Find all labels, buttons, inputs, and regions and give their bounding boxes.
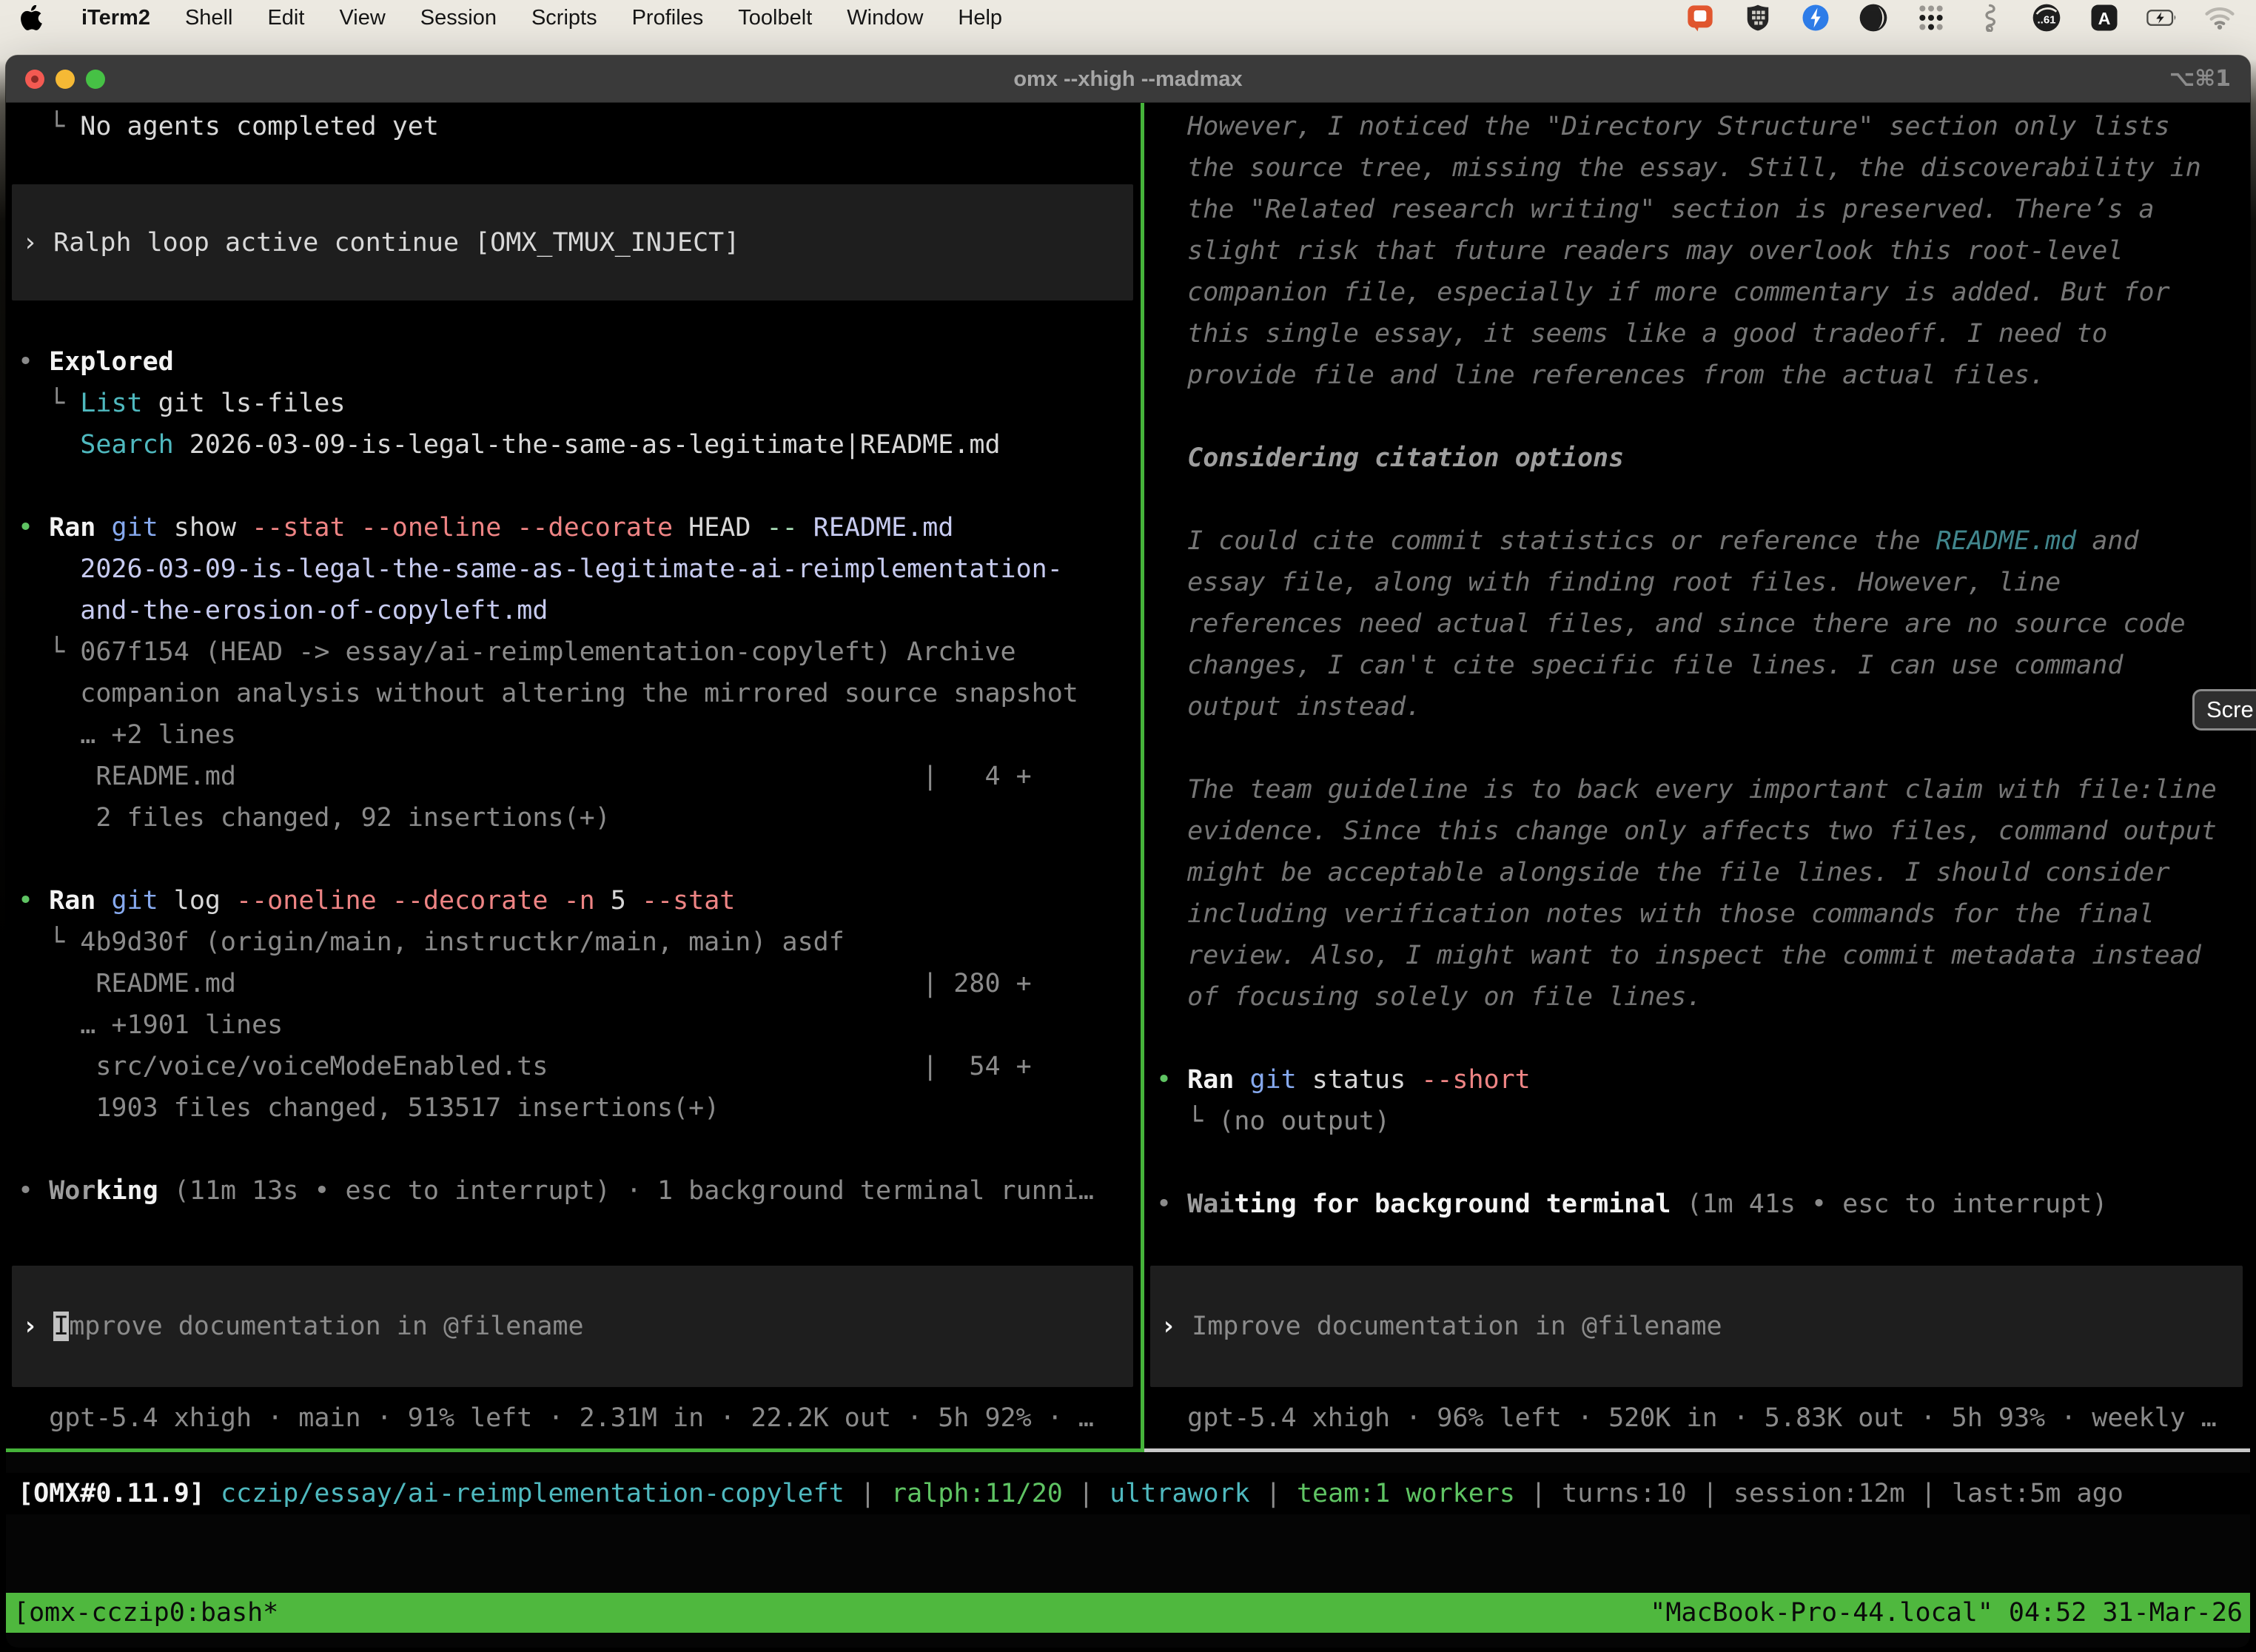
menu-item-toolbelt[interactable]: Toolbelt <box>738 6 812 30</box>
prompt-text: › Improve documentation in @filename <box>1161 1306 1722 1347</box>
omx-status-line: [OMX#0.11.9] cczip/essay/ai-reimplementa… <box>6 1473 2250 1514</box>
input-source-icon[interactable]: A <box>2089 2 2120 33</box>
terminal-line: including verification notes with those … <box>1156 893 2250 935</box>
terminal-blank-line <box>1156 1142 2250 1183</box>
terminal-line: companion analysis without altering the … <box>18 673 1141 714</box>
menu-item-window[interactable]: Window <box>847 6 923 30</box>
terminal-line: • Working (11m 13s • esc to interrupt) ·… <box>18 1170 1141 1212</box>
terminal-line: └ List git ls-files <box>18 383 1141 424</box>
right-terminal-pane[interactable]: However, I noticed the "Directory Struct… <box>1144 103 2250 1448</box>
macos-menu-bar: iTerm2 Shell Edit View Session Scripts Profil… <box>0 0 2256 36</box>
battery-charging-icon[interactable] <box>2146 2 2178 33</box>
screen-share-tooltip-label: Scre <box>2206 696 2254 723</box>
battery-percent-label: ..61 <box>2037 14 2055 27</box>
terminal-blank-line <box>1156 1018 2250 1059</box>
terminal-line: provide file and line references from th… <box>1156 355 2250 396</box>
menu-app-name[interactable]: iTerm2 <box>81 6 150 30</box>
menu-status-icons: ..61 A <box>1685 2 2235 33</box>
prompt-text: › Ralph loop active continue [OMX_TMUX_I… <box>22 222 739 263</box>
terminal-line: changes, I can't cite specific file line… <box>1156 645 2250 686</box>
menu-item-shell[interactable]: Shell <box>185 6 233 30</box>
terminal-line: might be acceptable alongside the file l… <box>1156 852 2250 893</box>
terminal-blank-line <box>1156 728 2250 769</box>
screen-share-tooltip: Scre <box>2192 689 2256 731</box>
terminal-line: evidence. Since this change only affects… <box>1156 810 2250 852</box>
pane-bottom-border-inactive <box>1144 1448 2250 1452</box>
composer-input-left[interactable]: › Improve documentation in @filename <box>12 1266 1133 1387</box>
prompt-text: › Improve documentation in @filename <box>22 1306 584 1347</box>
terminal-line: • Ran git status --short <box>1156 1059 2250 1101</box>
terminal-line: └ 4b9d30f (origin/main, instructkr/main,… <box>18 921 1141 963</box>
terminal-line: • Explored <box>18 341 1141 383</box>
terminal-blank-line <box>18 1129 1141 1170</box>
terminal-line: … +1901 lines <box>18 1004 1141 1046</box>
blue-activity-icon[interactable] <box>1800 2 1831 33</box>
window-titlebar[interactable]: omx --xhigh --madmax ⌥⌘1 <box>6 56 2250 103</box>
terminal-line: review. Also, I might want to inspect th… <box>1156 935 2250 976</box>
dark-crescent-icon[interactable] <box>1858 2 1889 33</box>
terminal-line: slight risk that future readers may over… <box>1156 230 2250 272</box>
terminal-line: • Ran git show --stat --oneline --decora… <box>18 507 1141 548</box>
tmux-status-bar: [omx-cczip0:bash* "MacBook-Pro-44.local"… <box>6 1593 2250 1633</box>
chat-icon[interactable] <box>1685 2 1716 33</box>
menu-item-view[interactable]: View <box>339 6 385 30</box>
terminal-line: • Waiting for background terminal (1m 41… <box>1156 1183 2250 1225</box>
terminal-blank-line <box>1156 479 2250 520</box>
terminal-line: … +2 lines <box>18 714 1141 756</box>
terminal-line: Search 2026-03-09-is-legal-the-same-as-l… <box>18 424 1141 466</box>
pane-bottom-border-active <box>6 1448 1144 1452</box>
terminal-line: └ (no output) <box>1156 1101 2250 1142</box>
terminal-line: companion file, especially if more comme… <box>1156 272 2250 313</box>
terminal-line: └ No agents completed yet <box>18 106 1141 147</box>
input-source-label: A <box>2098 9 2111 28</box>
terminal-line: the source tree, missing the essay. Stil… <box>1156 147 2250 189</box>
pane-bottom-border <box>6 1448 2250 1452</box>
menu-item-scripts[interactable]: Scripts <box>531 6 597 30</box>
menu-items: iTerm2 Shell Edit View Session Scripts Profil… <box>81 6 1002 30</box>
left-terminal-pane[interactable]: └ No agents completed yet › Ralph loop ac… <box>6 103 1141 1448</box>
terminal-line: essay file, along with finding root file… <box>1156 562 2250 603</box>
terminal-blank-line <box>1156 396 2250 437</box>
terminal-line: 2 files changed, 92 insertions(+) <box>18 797 1141 839</box>
menu-item-session[interactable]: Session <box>420 6 497 30</box>
terminal-line: src/voice/voiceModeEnabled.ts | 54 + <box>18 1046 1141 1087</box>
terminal-line: I could cite commit statistics or refere… <box>1156 520 2250 562</box>
terminal-line: gpt-5.4 xhigh · main · 91% left · 2.31M … <box>18 1397 1141 1439</box>
terminal-line: README.md | 280 + <box>18 963 1141 1004</box>
shield-grid-icon[interactable] <box>1742 2 1773 33</box>
terminal-line: gpt-5.4 xhigh · 96% left · 520K in · 5.8… <box>1156 1397 2250 1439</box>
menu-item-help[interactable]: Help <box>958 6 1002 30</box>
wifi-icon[interactable] <box>2204 2 2235 33</box>
apple-menu-icon[interactable] <box>21 4 47 31</box>
menu-item-edit[interactable]: Edit <box>267 6 304 30</box>
ralph-loop-input[interactable]: › Ralph loop active continue [OMX_TMUX_I… <box>12 184 1133 300</box>
composer-input-right[interactable]: › Improve documentation in @filename <box>1150 1266 2243 1387</box>
terminal-line: this single essay, it seems like a good … <box>1156 313 2250 355</box>
terminal-line: └ 067f154 (HEAD -> essay/ai-reimplementa… <box>18 631 1141 673</box>
terminal-line: references need actual files, and since … <box>1156 603 2250 645</box>
terminal-blank-line <box>18 839 1141 880</box>
tmux-session-label: [omx-cczip0:bash* <box>13 1593 278 1633</box>
terminal-line: The team guideline is to back every impo… <box>1156 769 2250 810</box>
window-shortcut-badge: ⌥⌘1 <box>2169 56 2231 103</box>
menu-item-profiles[interactable]: Profiles <box>632 6 704 30</box>
tmux-host-clock-label: "MacBook-Pro-44.local" 04:52 31-Mar-26 <box>1650 1593 2243 1633</box>
terminal-line: README.md | 4 + <box>18 756 1141 797</box>
terminal-line: 2026-03-09-is-legal-the-same-as-legitima… <box>18 548 1141 590</box>
dots-grid-icon[interactable] <box>1916 2 1947 33</box>
battery-percent-icon[interactable]: ..61 <box>2031 2 2062 33</box>
terminal-line: the "Related research writing" section i… <box>1156 189 2250 230</box>
terminal-line: and-the-erosion-of-copyleft.md <box>18 590 1141 631</box>
squiggle-icon[interactable] <box>1973 2 2004 33</box>
terminal-line: of focusing solely on file lines. <box>1156 976 2250 1018</box>
iterm-window: omx --xhigh --madmax ⌥⌘1 └ No agents com… <box>6 56 2250 1648</box>
tmux-panes: └ No agents completed yet › Ralph loop ac… <box>6 103 2250 1448</box>
window-title: omx --xhigh --madmax <box>6 56 2250 103</box>
terminal-line: However, I noticed the "Directory Struct… <box>1156 106 2250 147</box>
terminal-line: • Ran git log --oneline --decorate -n 5 … <box>18 880 1141 921</box>
terminal-line: output instead. <box>1156 686 2250 728</box>
terminal-line: Considering citation options <box>1156 437 2250 479</box>
terminal-blank-line <box>18 466 1141 507</box>
terminal-line: 1903 files changed, 513517 insertions(+) <box>18 1087 1141 1129</box>
